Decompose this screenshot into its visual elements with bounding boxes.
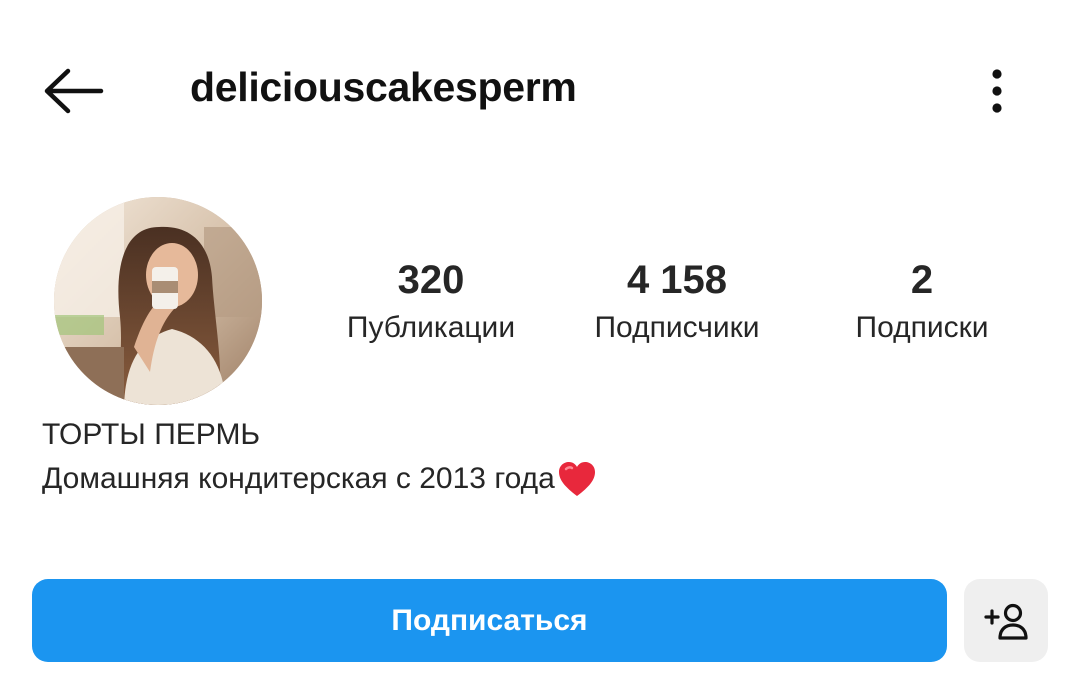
stat-posts[interactable]: 320 Публикации [311, 252, 551, 350]
more-options-button[interactable] [975, 64, 1019, 118]
avatar[interactable] [54, 197, 262, 405]
heart-icon [557, 460, 597, 498]
posts-label: Публикации [346, 311, 516, 344]
following-count: 2 [910, 258, 934, 302]
bio: Домашняя кондитерская с 2013 года [42, 458, 597, 500]
following-label: Подписки [855, 311, 989, 344]
follow-button[interactable]: Подписаться [32, 579, 947, 662]
profile-photo [54, 197, 262, 405]
profile-page: deliciouscakesperm 320 Публикации 4 158 … [0, 0, 1080, 673]
stat-following[interactable]: 2 Подписки [802, 252, 1042, 350]
display-name: ТОРТЫ ПЕРМЬ [42, 418, 261, 451]
add-person-icon [984, 603, 1028, 640]
more-vertical-icon [992, 69, 1002, 113]
profile-username: deliciouscakesperm [190, 64, 577, 110]
back-button[interactable] [40, 62, 106, 120]
bio-text: Домашняя кондитерская с 2013 года [42, 462, 555, 495]
stat-followers[interactable]: 4 158 Подписчики [557, 252, 797, 350]
suggested-accounts-button[interactable] [964, 579, 1048, 662]
followers-label: Подписчики [594, 311, 760, 344]
arrow-left-icon [44, 68, 104, 114]
posts-count: 320 [397, 258, 465, 302]
followers-count: 4 158 [626, 258, 728, 302]
